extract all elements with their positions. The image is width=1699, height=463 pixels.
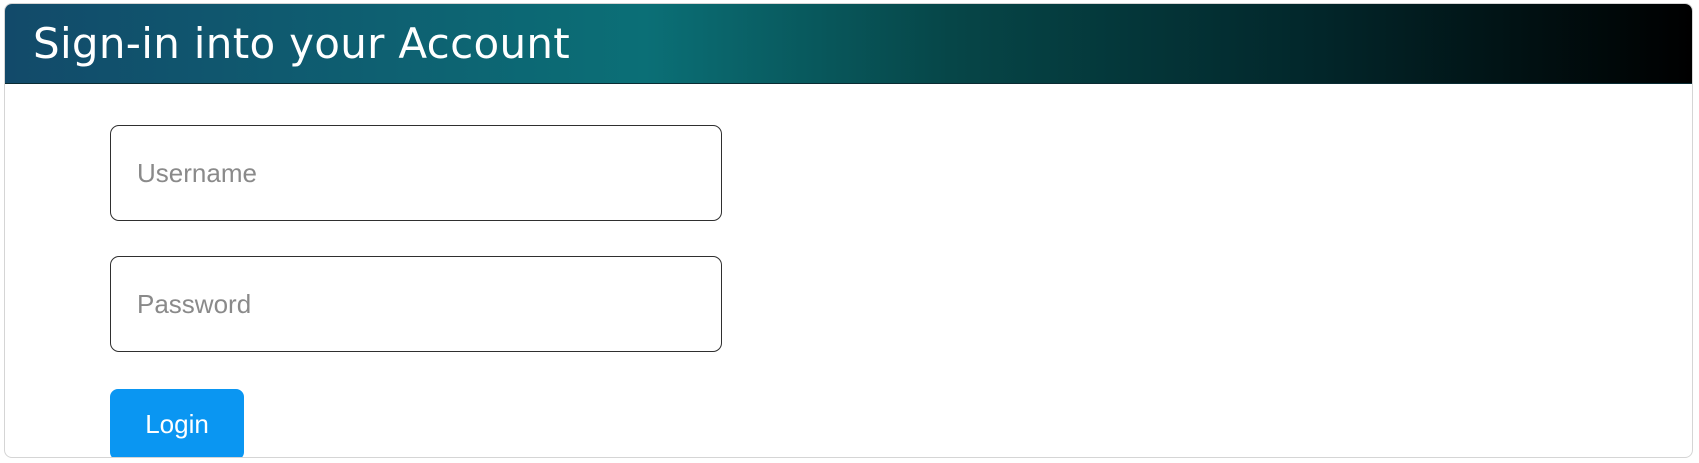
username-input[interactable] [110,125,722,221]
page-title: Sign-in into your Account [33,19,571,68]
card-header: Sign-in into your Account [5,4,1692,84]
password-input[interactable] [110,256,722,352]
login-button[interactable]: Login [110,389,244,457]
signin-card: Sign-in into your Account Login [4,3,1693,458]
